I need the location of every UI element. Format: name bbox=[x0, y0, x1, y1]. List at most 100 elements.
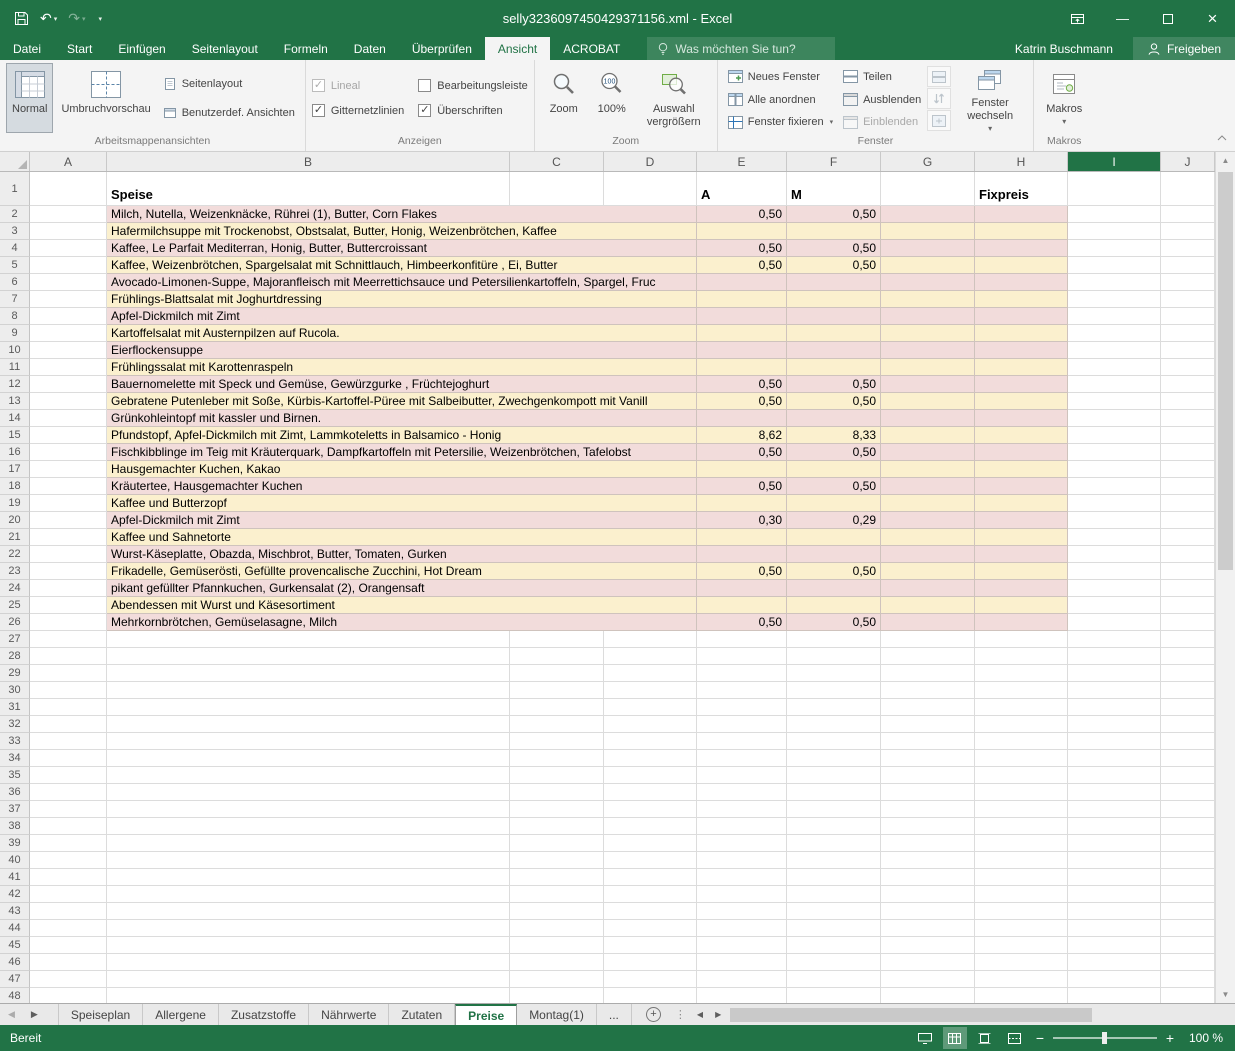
cell[interactable] bbox=[1161, 733, 1215, 750]
cell[interactable] bbox=[697, 410, 787, 427]
cell[interactable]: Kräutertee, Hausgemachter Kuchen bbox=[107, 478, 697, 495]
row-header-21[interactable]: 21 bbox=[0, 529, 30, 546]
cell[interactable] bbox=[975, 818, 1068, 835]
cell[interactable] bbox=[697, 291, 787, 308]
sheet-tab-montag-1-[interactable]: Montag(1) bbox=[517, 1004, 597, 1025]
column-header-J[interactable]: J bbox=[1161, 152, 1215, 171]
cell[interactable] bbox=[697, 495, 787, 512]
cell[interactable] bbox=[1068, 818, 1161, 835]
cell[interactable]: Abendessen mit Wurst und Käsesortiment bbox=[107, 597, 697, 614]
freeze-panes-button[interactable]: Fenster fixieren ▾ bbox=[724, 111, 837, 133]
row-header-36[interactable]: 36 bbox=[0, 784, 30, 801]
cell[interactable] bbox=[787, 495, 881, 512]
cell[interactable] bbox=[787, 631, 881, 648]
cell[interactable] bbox=[1068, 461, 1161, 478]
cell[interactable] bbox=[510, 682, 604, 699]
cell[interactable] bbox=[1161, 801, 1215, 818]
cell[interactable] bbox=[30, 342, 107, 359]
cell[interactable] bbox=[1068, 801, 1161, 818]
sheet-tab-nährwerte[interactable]: Nährwerte bbox=[309, 1004, 389, 1025]
cell[interactable] bbox=[1161, 410, 1215, 427]
cell[interactable]: 0,50 bbox=[787, 376, 881, 393]
macros-button[interactable]: Makros ▾ bbox=[1040, 63, 1088, 133]
menu-tab-formeln[interactable]: Formeln bbox=[271, 37, 341, 60]
cell[interactable] bbox=[30, 631, 107, 648]
cell[interactable] bbox=[107, 869, 510, 886]
cell[interactable] bbox=[604, 784, 697, 801]
cell[interactable] bbox=[510, 784, 604, 801]
cell[interactable]: Gebratene Putenleber mit Soße, Kürbis-Ka… bbox=[107, 393, 697, 410]
cell[interactable] bbox=[975, 444, 1068, 461]
cell[interactable] bbox=[881, 954, 975, 971]
cell[interactable] bbox=[787, 954, 881, 971]
cell[interactable] bbox=[604, 648, 697, 665]
redo-dropdown-icon[interactable]: ▾ bbox=[82, 15, 86, 23]
cell[interactable] bbox=[30, 444, 107, 461]
cell[interactable]: Kaffee, Le Parfait Mediterran, Honig, Bu… bbox=[107, 240, 697, 257]
cell[interactable] bbox=[975, 461, 1068, 478]
cell[interactable] bbox=[1161, 852, 1215, 869]
cell[interactable] bbox=[1161, 631, 1215, 648]
cell[interactable] bbox=[30, 240, 107, 257]
row-header-15[interactable]: 15 bbox=[0, 427, 30, 444]
cell[interactable] bbox=[30, 563, 107, 580]
cell[interactable] bbox=[975, 223, 1068, 240]
cell[interactable] bbox=[30, 512, 107, 529]
page-layout-view-shortcut-button[interactable] bbox=[973, 1027, 997, 1049]
cell[interactable] bbox=[510, 733, 604, 750]
cell[interactable] bbox=[787, 971, 881, 988]
cell[interactable] bbox=[1068, 682, 1161, 699]
cell[interactable] bbox=[697, 631, 787, 648]
cell[interactable] bbox=[881, 546, 975, 563]
horizontal-scrollbar-track[interactable] bbox=[728, 1004, 1231, 1026]
cell[interactable] bbox=[1068, 529, 1161, 546]
cell[interactable]: A bbox=[697, 172, 787, 206]
cell[interactable]: Pfundstopf, Apfel-Dickmilch mit Zimt, La… bbox=[107, 427, 697, 444]
cell[interactable] bbox=[604, 937, 697, 954]
cell[interactable] bbox=[30, 648, 107, 665]
cell[interactable] bbox=[881, 308, 975, 325]
cell[interactable] bbox=[787, 835, 881, 852]
cell[interactable] bbox=[1161, 665, 1215, 682]
cell[interactable] bbox=[1068, 393, 1161, 410]
cell[interactable] bbox=[881, 410, 975, 427]
row-header-25[interactable]: 25 bbox=[0, 597, 30, 614]
cell[interactable] bbox=[975, 240, 1068, 257]
cell[interactable]: 0,50 bbox=[697, 563, 787, 580]
cell[interactable] bbox=[1161, 767, 1215, 784]
cell[interactable] bbox=[30, 393, 107, 410]
cell[interactable] bbox=[787, 274, 881, 291]
cell[interactable] bbox=[881, 444, 975, 461]
cell[interactable] bbox=[1068, 733, 1161, 750]
row-header-26[interactable]: 26 bbox=[0, 614, 30, 631]
cell[interactable] bbox=[787, 546, 881, 563]
cell[interactable] bbox=[107, 835, 510, 852]
cell[interactable] bbox=[881, 988, 975, 1003]
column-header-A[interactable]: A bbox=[30, 152, 107, 171]
cell[interactable] bbox=[1068, 699, 1161, 716]
row-header-48[interactable]: 48 bbox=[0, 988, 30, 1003]
cell[interactable] bbox=[1161, 393, 1215, 410]
cell[interactable] bbox=[881, 784, 975, 801]
cell[interactable] bbox=[30, 291, 107, 308]
zoom-out-button[interactable]: − bbox=[1033, 1030, 1047, 1046]
cell[interactable]: 0,50 bbox=[697, 393, 787, 410]
cell[interactable] bbox=[975, 206, 1068, 223]
cell[interactable] bbox=[30, 376, 107, 393]
cell[interactable] bbox=[604, 903, 697, 920]
cell[interactable] bbox=[975, 801, 1068, 818]
cell[interactable] bbox=[975, 631, 1068, 648]
cell[interactable] bbox=[107, 648, 510, 665]
cell[interactable] bbox=[881, 835, 975, 852]
cell[interactable]: Speise bbox=[107, 172, 510, 206]
cell[interactable] bbox=[30, 835, 107, 852]
row-header-1[interactable]: 1 bbox=[0, 172, 30, 206]
row-header-8[interactable]: 8 bbox=[0, 308, 30, 325]
arrange-all-button[interactable]: Alle anordnen bbox=[724, 89, 837, 111]
cell[interactable] bbox=[975, 342, 1068, 359]
cell[interactable] bbox=[881, 376, 975, 393]
cell[interactable] bbox=[510, 801, 604, 818]
cell[interactable] bbox=[975, 716, 1068, 733]
cell[interactable] bbox=[881, 342, 975, 359]
cell[interactable]: Mehrkornbrötchen, Gemüselasagne, Milch bbox=[107, 614, 697, 631]
